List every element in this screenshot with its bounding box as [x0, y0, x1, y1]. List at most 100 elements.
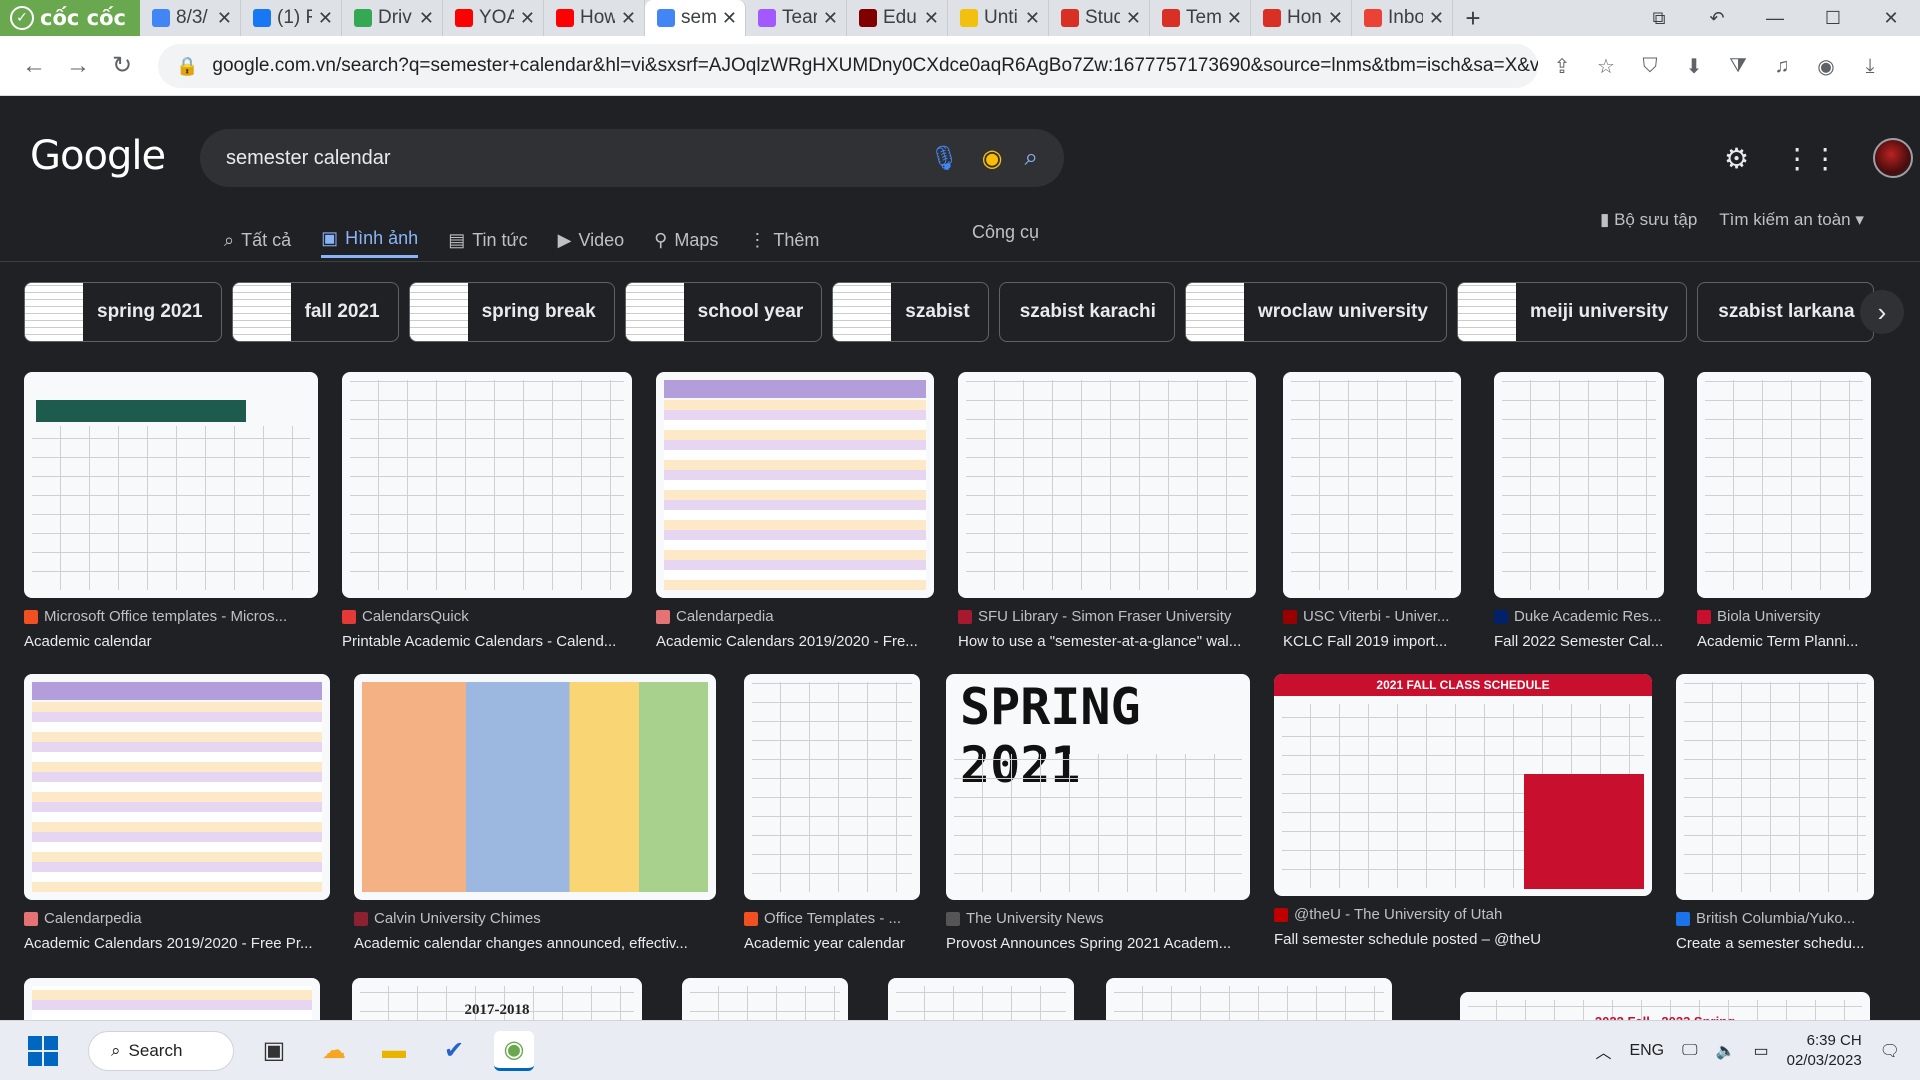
related-chip[interactable]: szabist karachi — [998, 282, 1175, 342]
browser-tab[interactable]: Edu ✕ — [847, 0, 948, 36]
bookmark-star-icon[interactable]: ☆ — [1584, 54, 1628, 79]
google-logo[interactable]: Google — [30, 133, 166, 179]
battery-icon[interactable]: ▭ — [1753, 1041, 1768, 1061]
result-caption[interactable]: KCLC Fall 2019 import... — [1283, 633, 1461, 650]
image-result[interactable]: USC Viterbi - Univer... KCLC Fall 2019 im… — [1283, 372, 1461, 650]
browser-tab[interactable]: Driv ✕ — [342, 0, 443, 36]
close-tab-icon[interactable]: ✕ — [217, 8, 232, 29]
close-tab-icon[interactable]: ✕ — [1227, 8, 1242, 29]
image-result[interactable]: Calvin University Chimes Academic calenda… — [354, 674, 716, 952]
related-chip[interactable]: wroclaw university — [1184, 282, 1447, 342]
result-thumbnail[interactable] — [1676, 674, 1874, 900]
close-tab-icon[interactable]: ✕ — [823, 8, 838, 29]
close-tab-icon[interactable]: ✕ — [520, 8, 535, 29]
chevron-up-icon[interactable]: ︿ — [1595, 1039, 1611, 1063]
tab-video[interactable]: ▶ Video — [558, 212, 625, 258]
share-icon[interactable]: ⇪ — [1540, 54, 1584, 79]
result-thumbnail[interactable] — [24, 372, 318, 598]
result-thumbnail[interactable]: 2021 FALL CLASS SCHEDULE — [1274, 674, 1652, 896]
close-tab-icon[interactable]: ✕ — [318, 8, 333, 29]
result-caption[interactable]: Academic year calendar — [744, 935, 920, 952]
result-source[interactable]: Calvin University Chimes — [354, 910, 716, 927]
result-source[interactable]: @theU - The University of Utah — [1274, 906, 1652, 923]
network-icon[interactable]: 🖵 — [1682, 1042, 1697, 1060]
search-box[interactable]: semester calendar 🎙 ◉ ⌕ — [200, 129, 1064, 187]
close-tab-icon[interactable]: ✕ — [1429, 8, 1444, 29]
result-caption[interactable]: Academic Calendars 2019/2020 - Fre... — [656, 633, 934, 650]
apps-grid-icon[interactable]: ⋮⋮ — [1783, 142, 1839, 175]
related-chip[interactable]: szabist larkana — [1697, 282, 1874, 342]
url-text[interactable]: google.com.vn/search?q=semester+calendar… — [212, 55, 1538, 77]
language-indicator[interactable]: ENG — [1629, 1042, 1664, 1060]
result-caption[interactable]: Provost Announces Spring 2021 Academ... — [946, 935, 1250, 952]
search-input[interactable]: semester calendar — [226, 147, 929, 170]
close-tab-icon[interactable]: ✕ — [621, 8, 636, 29]
back-history-icon[interactable]: ↶ — [1688, 8, 1746, 29]
camera-lens-icon[interactable]: ◉ — [982, 144, 1003, 173]
browser-brand[interactable]: ✓ cốc cốc — [0, 0, 140, 36]
chips-next-arrow-icon[interactable]: › — [1860, 290, 1904, 334]
related-chip[interactable]: spring break — [408, 282, 615, 342]
result-caption[interactable]: Academic calendar changes announced, eff… — [354, 935, 716, 952]
result-thumbnail[interactable] — [354, 674, 716, 900]
maximize-button[interactable]: ☐ — [1804, 8, 1862, 29]
coccoc-taskbar-icon[interactable]: ◉ — [494, 1030, 534, 1071]
reload-button[interactable]: ↻ — [100, 51, 144, 80]
image-result[interactable]: Calendarpedia Academic Calendars 2019/202… — [24, 674, 330, 952]
related-chip[interactable]: fall 2021 — [231, 282, 399, 342]
result-source[interactable]: Microsoft Office templates - Micros... — [24, 608, 318, 625]
browser-tab[interactable]: YOA ✕ — [443, 0, 544, 36]
downloads-tray-icon[interactable]: ⤓ — [1848, 55, 1892, 78]
minimize-button[interactable]: — — [1746, 8, 1804, 29]
search-icon[interactable]: ⌕ — [1025, 144, 1038, 173]
back-button[interactable]: ← — [12, 52, 56, 80]
address-bar[interactable]: 🔒 google.com.vn/search?q=semester+calend… — [158, 44, 1538, 88]
tab-more[interactable]: ⋮ Thêm — [748, 212, 819, 258]
browser-tab[interactable]: Inbo ✕ — [1352, 0, 1453, 36]
result-caption[interactable]: Printable Academic Calendars - Calend... — [342, 633, 632, 650]
image-result[interactable]: Duke Academic Res... Fall 2022 Semester C… — [1494, 372, 1664, 650]
tab-news[interactable]: ▤ Tin tức — [448, 212, 527, 258]
result-source[interactable]: Duke Academic Res... — [1494, 608, 1664, 625]
result-caption[interactable]: Create a semester schedu... — [1676, 935, 1874, 952]
result-thumbnail[interactable] — [1494, 372, 1664, 598]
browser-tab[interactable]: (1) F ✕ — [241, 0, 342, 36]
shield-icon[interactable]: ⛉ — [1628, 55, 1672, 78]
close-tab-icon[interactable]: ✕ — [722, 8, 737, 29]
result-thumbnail[interactable] — [1283, 372, 1461, 598]
related-chip[interactable]: szabist — [832, 282, 989, 342]
tab-image[interactable]: ▣ Hình ảnh — [321, 212, 419, 258]
result-caption[interactable]: Academic calendar — [24, 633, 318, 650]
browser-tab[interactable]: How ✕ — [544, 0, 645, 36]
result-thumbnail[interactable] — [744, 674, 920, 900]
image-result[interactable]: Office Templates - ... Academic year cale… — [744, 674, 920, 952]
close-tab-icon[interactable]: ✕ — [1328, 8, 1343, 29]
result-thumbnail[interactable] — [958, 372, 1256, 598]
browser-tab[interactable]: Hon ✕ — [1251, 0, 1352, 36]
browser-tab[interactable]: Stud ✕ — [1049, 0, 1150, 36]
image-result[interactable]: SFU Library - Simon Fraser University How… — [958, 372, 1256, 650]
close-tab-icon[interactable]: ✕ — [419, 8, 434, 29]
clock[interactable]: 6:39 CH 02/03/2023 — [1787, 1031, 1862, 1071]
result-caption[interactable]: Academic Term Planni... — [1697, 633, 1871, 650]
image-result[interactable]: Biola University Academic Term Planni... — [1697, 372, 1871, 650]
related-chip[interactable]: school year — [624, 282, 823, 342]
browser-tab[interactable]: sem ✕ — [645, 0, 746, 36]
result-thumbnail[interactable]: SPRING 2021 — [946, 674, 1250, 900]
close-tab-icon[interactable]: ✕ — [1025, 8, 1040, 29]
tab-search[interactable]: ⌕ Tất cả — [224, 212, 291, 258]
close-window-button[interactable]: ✕ — [1862, 8, 1920, 29]
result-thumbnail[interactable] — [24, 674, 330, 900]
forward-button[interactable]: → — [56, 52, 100, 80]
file-explorer-icon[interactable]: ▬ — [374, 1031, 414, 1071]
result-thumbnail[interactable] — [1697, 372, 1871, 598]
browser-tab[interactable]: 8/3/ ✕ — [140, 0, 241, 36]
microphone-icon[interactable]: 🎙 — [929, 144, 959, 173]
result-source[interactable]: The University News — [946, 910, 1250, 927]
browser-tab[interactable]: Tem ✕ — [1150, 0, 1251, 36]
result-source[interactable]: Calendarpedia — [24, 910, 330, 927]
download-icon[interactable]: ⬇ — [1672, 54, 1716, 79]
settings-gear-icon[interactable]: ⚙ — [1724, 142, 1749, 175]
related-chip[interactable]: spring 2021 — [24, 282, 222, 342]
safesearch-dropdown[interactable]: Tìm kiếm an toàn ▾ — [1719, 210, 1864, 230]
